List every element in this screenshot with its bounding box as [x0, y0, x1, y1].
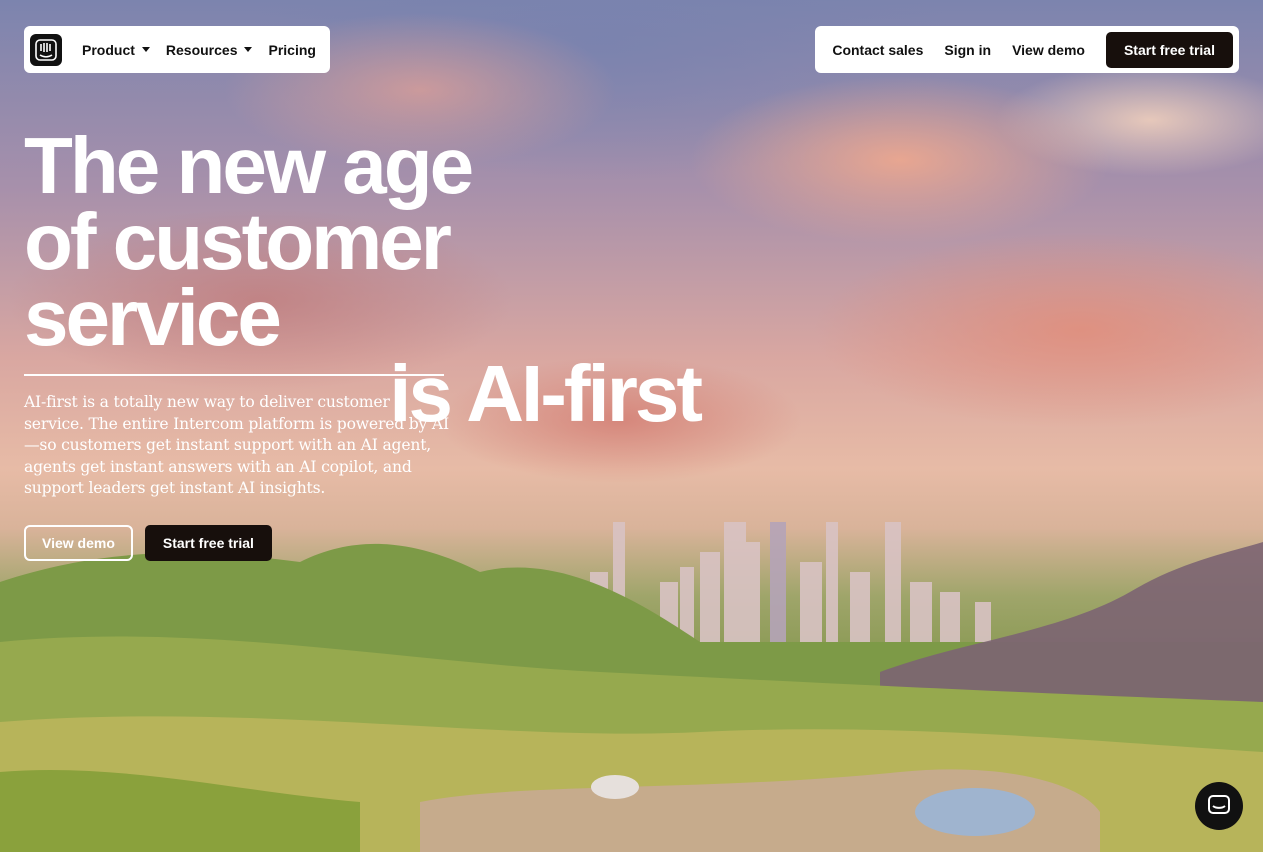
- nav-pricing[interactable]: Pricing: [268, 42, 315, 58]
- nav-product-label: Product: [82, 41, 135, 58]
- account-nav: Contact sales Sign in View demo Start fr…: [815, 26, 1239, 73]
- hero-description: AI-first is a totally new way to deliver…: [24, 393, 449, 498]
- nav-product[interactable]: Product: [82, 42, 150, 58]
- chevron-down-icon: [141, 47, 150, 52]
- view-demo-button[interactable]: View demo: [24, 525, 133, 561]
- view-demo-link[interactable]: View demo: [1012, 42, 1085, 58]
- hero-cta-row: View demo Start free trial: [24, 525, 272, 561]
- chat-bubble-icon: [1208, 795, 1230, 814]
- headline-line-1: The new age: [24, 121, 474, 210]
- start-free-trial-button[interactable]: Start free trial: [1105, 31, 1233, 68]
- hero-divider: [24, 374, 444, 376]
- nav-resources-label: Resources: [165, 41, 238, 58]
- hero-headline: The new age of customer service is AI-fi…: [24, 121, 704, 434]
- chevron-down-icon: [244, 47, 253, 52]
- landscape-illustration: [0, 522, 1263, 852]
- chat-launcher-button[interactable]: [1195, 782, 1243, 830]
- contact-sales-link[interactable]: Contact sales: [832, 42, 923, 58]
- nav-pricing-label: Pricing: [268, 41, 316, 58]
- primary-nav: Product Resources Pricing: [24, 26, 330, 73]
- sign-in-link[interactable]: Sign in: [944, 42, 991, 58]
- hero-start-free-trial-button[interactable]: Start free trial: [144, 525, 272, 561]
- headline-line-2: of customer service: [24, 197, 452, 362]
- intercom-logo-icon[interactable]: [30, 33, 62, 66]
- nav-resources[interactable]: Resources: [166, 42, 253, 58]
